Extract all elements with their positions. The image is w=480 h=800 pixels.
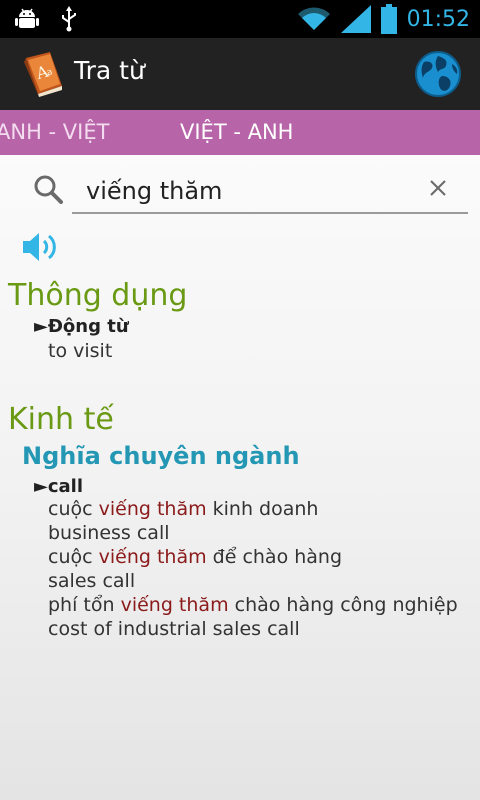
- example-phrase: cuộc viếng thăm kinh doanh: [48, 498, 319, 520]
- example-translation: business call: [48, 522, 170, 544]
- keyword-highlight: viếng thăm: [98, 546, 207, 568]
- signal-icon: [340, 5, 371, 33]
- search-icon: [34, 175, 63, 204]
- android-icon: [15, 8, 39, 28]
- wifi-icon: [297, 7, 330, 30]
- close-icon[interactable]: [428, 178, 448, 198]
- globe-icon[interactable]: [414, 50, 462, 98]
- status-bar: 01:52: [0, 0, 480, 38]
- part-of-speech: ►Động từ: [34, 316, 129, 337]
- meaning: to visit: [48, 340, 113, 362]
- language-tabs: ANH - VIỆT VIỆT - ANH: [0, 110, 480, 155]
- part-of-speech-label: call: [47, 476, 83, 497]
- speaker-icon[interactable]: [20, 228, 60, 266]
- example-translation: sales call: [48, 570, 136, 592]
- example-translation: cost of industrial sales call: [48, 618, 300, 640]
- keyword-highlight: viếng thăm: [98, 498, 207, 520]
- usb-icon: [62, 6, 76, 32]
- keyword-highlight: viếng thăm: [120, 594, 229, 616]
- battery-icon: [380, 4, 397, 34]
- app-title: Tra từ: [74, 56, 145, 85]
- category-heading-economics: Kinh tế: [8, 402, 114, 437]
- tab-anh-viet[interactable]: ANH - VIỆT: [0, 120, 109, 144]
- category-heading-common: Thông dụng: [8, 278, 188, 313]
- part-of-speech: ►call: [34, 476, 83, 497]
- example-phrase: phí tổn viếng thăm chào hàng công nghiệp: [48, 594, 458, 616]
- dictionary-book-icon[interactable]: A a: [20, 50, 66, 98]
- part-of-speech-label: Động từ: [47, 316, 129, 337]
- subheading: Nghĩa chuyên ngành: [22, 442, 300, 470]
- tab-viet-anh[interactable]: VIỆT - ANH: [180, 120, 293, 144]
- clock: 01:52: [406, 6, 470, 32]
- search-input[interactable]: [72, 170, 468, 214]
- action-bar: A a Tra từ: [0, 38, 480, 112]
- example-phrase: cuộc viếng thăm để chào hàng: [48, 546, 343, 568]
